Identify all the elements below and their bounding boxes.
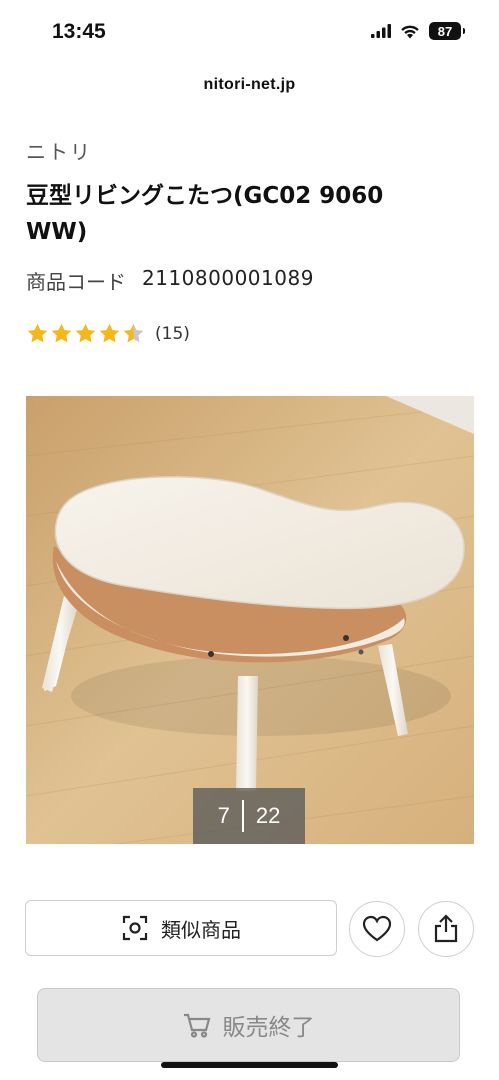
review-count[interactable]: (15) [155,324,190,344]
rating-row[interactable]: (15) [26,322,190,345]
status-bar: 13:45 87 [0,0,499,70]
home-indicator[interactable] [161,1062,338,1068]
share-button[interactable] [418,901,474,957]
battery-level: 87 [437,23,453,39]
image-counter-divider [241,800,244,832]
similar-products-label: 類似商品 [161,917,241,942]
product-code-row: 商品コード 2110800001089 [26,266,314,295]
star-full-icon [75,323,96,343]
star-full-icon [99,323,120,343]
star-full-icon [27,323,48,343]
star-half-icon [123,323,144,343]
sold-out-button: 販売終了 [37,988,460,1062]
signal-icon [371,24,391,38]
image-counter-total: 22 [255,803,281,828]
heart-icon [362,915,392,942]
product-title: 豆型リビングこたつ(GC02 9060 WW) [26,183,384,245]
similar-products-button[interactable]: 類似商品 [25,900,337,956]
favorite-button[interactable] [349,901,405,957]
image-counter-current: 7 [217,803,230,828]
sold-out-label: 販売終了 [222,1015,315,1041]
star-full-icon [51,323,72,343]
kotatsu-table-photo [26,396,474,844]
url-bar[interactable]: nitori-net.jp [0,76,499,94]
visual-search-icon [122,915,148,941]
share-icon [434,914,458,943]
brand-name[interactable]: ニトリ [26,136,92,165]
product-code-value: 2110800001089 [142,266,314,290]
status-time: 13:45 [52,20,106,43]
rating-stars [26,322,145,345]
product-code-label: 商品コード [26,270,126,294]
battery-icon: 87 [429,22,465,40]
status-icons: 87 [371,22,465,40]
wifi-icon [401,25,419,38]
cart-icon [183,1013,210,1038]
image-counter: 7 22 [193,788,305,844]
product-image[interactable]: 7 22 [26,396,474,844]
